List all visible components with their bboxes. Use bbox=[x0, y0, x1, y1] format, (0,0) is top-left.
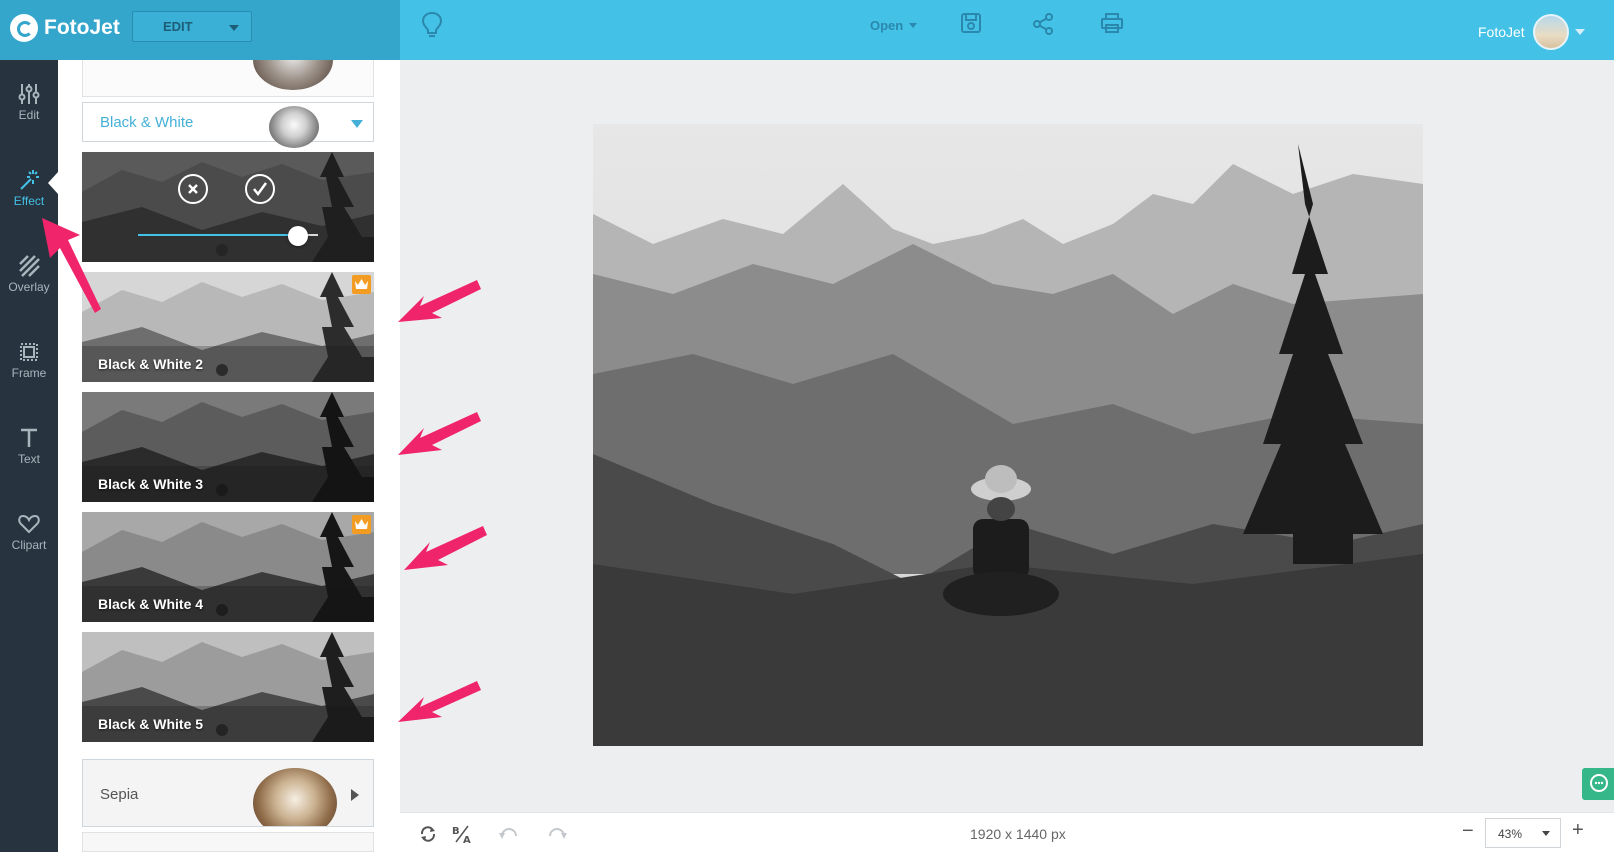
chevron-down-icon bbox=[909, 23, 918, 28]
open-menu-label: Open bbox=[870, 18, 904, 33]
arrow-annotation bbox=[398, 280, 481, 322]
chevron-down-icon bbox=[1542, 831, 1550, 836]
effect-card[interactable]: Black & White 5 bbox=[82, 632, 374, 742]
effect-active-card[interactable] bbox=[82, 152, 374, 262]
save-icon[interactable] bbox=[960, 12, 982, 39]
effect-label: Black & White 3 bbox=[98, 476, 204, 492]
svg-text:B: B bbox=[452, 826, 460, 837]
chevron-down-icon bbox=[229, 25, 239, 31]
close-icon bbox=[188, 184, 198, 194]
redo-icon[interactable] bbox=[546, 824, 568, 849]
zoom-out-button[interactable]: − bbox=[1462, 820, 1474, 843]
cancel-effect-button[interactable] bbox=[178, 174, 208, 204]
lightbulb-icon[interactable] bbox=[421, 11, 443, 44]
nav-item-clipart[interactable]: Clipart bbox=[0, 512, 58, 582]
nav-label-edit: Edit bbox=[18, 108, 40, 122]
nav-item-overlay[interactable]: Overlay bbox=[0, 254, 58, 324]
category-dropdown[interactable]: Black & White bbox=[82, 102, 374, 148]
logo-icon bbox=[10, 14, 38, 42]
avatar bbox=[1532, 14, 1569, 50]
intensity-slider-fill bbox=[138, 234, 298, 236]
chat-icon bbox=[1590, 774, 1608, 792]
intensity-slider-handle[interactable] bbox=[288, 226, 308, 246]
rotate-icon[interactable] bbox=[418, 824, 438, 849]
effect-active-overlay bbox=[82, 152, 374, 262]
category-thumbnail bbox=[253, 768, 337, 826]
bottom-toolbar: BA 1920 x 1440 px − 43% + bbox=[400, 812, 1614, 852]
zoom-select[interactable]: 43% bbox=[1485, 818, 1561, 848]
undo-icon[interactable] bbox=[498, 824, 520, 849]
mode-select-value: EDIT bbox=[163, 19, 193, 34]
canvas-image bbox=[593, 124, 1423, 746]
effect-panel: Black & White Black & White 2 Black & Wh… bbox=[58, 60, 400, 852]
share-icon[interactable] bbox=[1031, 12, 1055, 41]
nav-active-pointer bbox=[48, 172, 58, 194]
chevron-down-icon bbox=[1574, 29, 1585, 35]
previous-category-card[interactable] bbox=[82, 60, 374, 97]
zoom-value: 43% bbox=[1498, 827, 1523, 841]
canvas-photo[interactable] bbox=[593, 124, 1423, 746]
category-sepia-label: Sepia bbox=[100, 786, 139, 803]
arrow-annotation bbox=[404, 526, 487, 570]
crown-icon bbox=[352, 275, 371, 294]
top-bar: FotoJet EDIT Open FotoJet bbox=[0, 0, 1614, 60]
check-icon bbox=[253, 182, 268, 197]
nav-label-effect: Effect bbox=[13, 194, 45, 208]
effect-label: Black & White 2 bbox=[98, 356, 204, 372]
category-thumbnail bbox=[253, 60, 333, 90]
nav-label-overlay: Overlay bbox=[8, 280, 50, 294]
nav-item-text[interactable]: Text bbox=[0, 426, 58, 496]
arrow-annotation bbox=[398, 412, 481, 455]
category-sepia[interactable]: Sepia bbox=[82, 759, 374, 827]
app-name: FotoJet bbox=[44, 16, 120, 39]
nav-label-clipart: Clipart bbox=[11, 538, 47, 552]
zoom-in-button[interactable]: + bbox=[1572, 819, 1584, 842]
app-logo[interactable]: FotoJet bbox=[10, 14, 120, 42]
heart-icon bbox=[18, 514, 40, 534]
nav-label-frame: Frame bbox=[11, 366, 47, 380]
chevron-right-icon bbox=[351, 789, 359, 801]
category-dropdown-label: Black & White bbox=[100, 114, 194, 131]
effect-label: Black & White 5 bbox=[98, 716, 204, 732]
mode-select[interactable]: EDIT bbox=[132, 11, 252, 42]
frame-icon bbox=[20, 343, 38, 361]
nav-item-edit[interactable]: Edit bbox=[0, 82, 58, 152]
text-icon bbox=[21, 428, 37, 447]
sliders-icon bbox=[18, 84, 40, 104]
user-menu[interactable]: FotoJet bbox=[1478, 14, 1585, 50]
user-name: FotoJet bbox=[1478, 24, 1525, 40]
print-icon[interactable] bbox=[1100, 12, 1124, 39]
canvas-dimensions: 1920 x 1440 px bbox=[970, 826, 1066, 842]
effect-card[interactable]: Black & White 2 bbox=[82, 272, 374, 382]
top-bar-left: FotoJet EDIT bbox=[0, 0, 400, 60]
effect-card[interactable]: Black & White 3 bbox=[82, 392, 374, 502]
arrow-annotation bbox=[398, 681, 481, 722]
nav-item-frame[interactable]: Frame bbox=[0, 340, 58, 410]
next-category-card[interactable] bbox=[82, 832, 374, 852]
effect-card[interactable]: Black & White 4 bbox=[82, 512, 374, 622]
effect-label: Black & White 4 bbox=[98, 596, 204, 612]
svg-text:A: A bbox=[463, 835, 471, 844]
magic-wand-icon bbox=[20, 170, 39, 190]
apply-effect-button[interactable] bbox=[245, 174, 275, 204]
open-menu[interactable]: Open bbox=[870, 18, 918, 33]
stripes-icon bbox=[19, 255, 40, 277]
chat-button[interactable] bbox=[1582, 768, 1614, 800]
before-after-icon[interactable]: BA bbox=[452, 824, 474, 849]
chevron-down-icon bbox=[351, 120, 363, 128]
category-thumbnail bbox=[269, 106, 319, 148]
crown-icon bbox=[352, 515, 371, 534]
nav-label-text: Text bbox=[17, 452, 40, 466]
